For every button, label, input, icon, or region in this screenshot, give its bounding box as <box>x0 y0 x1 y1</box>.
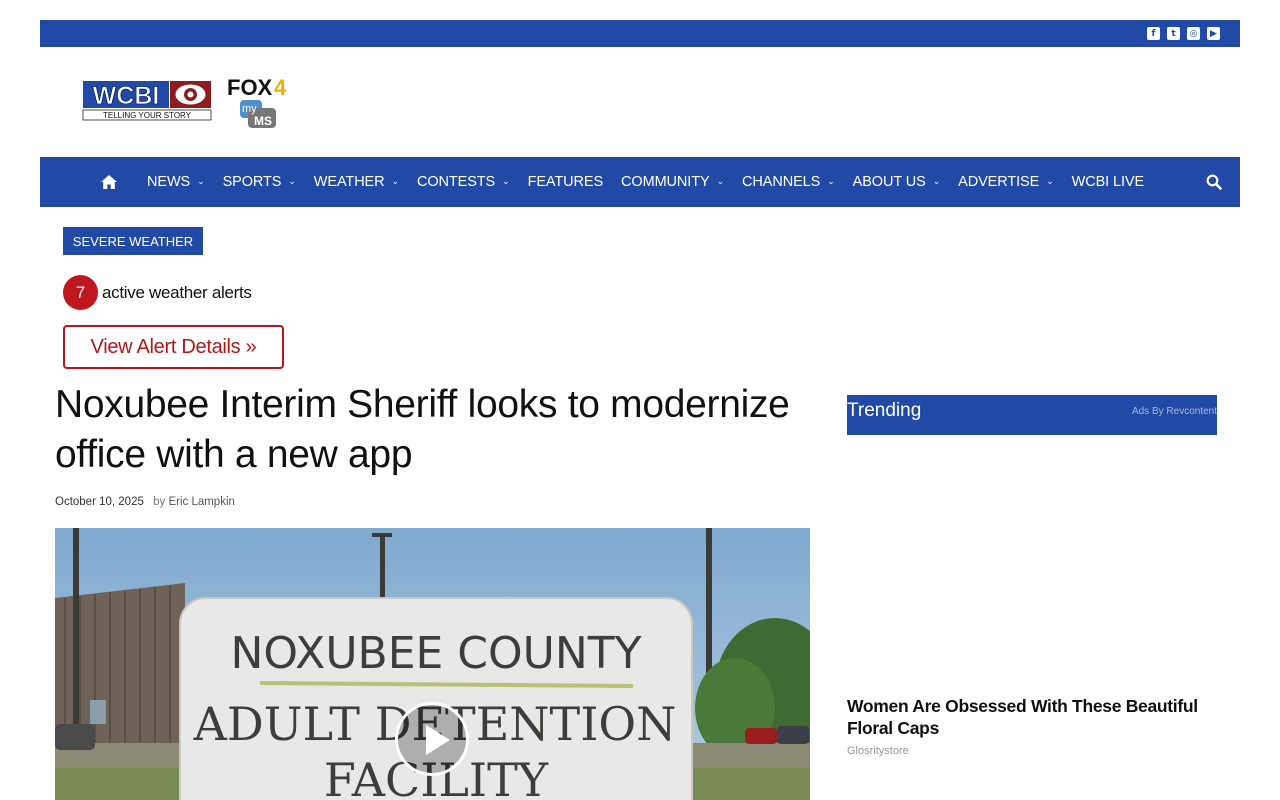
nav-item-label: WCBI LIVE <box>1071 174 1145 190</box>
search-icon[interactable] <box>1206 174 1222 190</box>
alert-text: active weather alerts <box>102 283 252 302</box>
sponsored-ad-source: Glosritystore <box>847 745 909 757</box>
sign-line-1: NOXUBEE COUNTY <box>230 628 641 679</box>
severe-weather-button[interactable]: SEVERE WEATHER <box>63 227 203 255</box>
trending-header: Trending Ads By Revcontent <box>847 395 1217 435</box>
chevron-down-icon: ⌄ <box>288 177 296 187</box>
article-meta: October 10, 2025 by Eric Lampkin <box>55 496 235 508</box>
fox-logo-number: 4 <box>274 75 287 100</box>
article-date: October 10, 2025 <box>55 496 144 508</box>
byline-prefix: by <box>153 496 166 508</box>
instagram-icon[interactable]: ◎ <box>1187 27 1200 40</box>
fox4-mms-logo[interactable]: FOX 4 my MS <box>226 74 294 130</box>
wcbi-logo[interactable]: WCBI TELLING YOUR STORY <box>82 80 212 121</box>
nav-menu: NEWS ⌄ SPORTS ⌄ WEATHER ⌄ CONTESTS ⌄ FEATURES COM… <box>147 157 1162 207</box>
chevron-down-icon: ⌄ <box>1046 177 1054 187</box>
view-alert-details-button[interactable]: View Alert Details » <box>63 325 284 369</box>
nav-item-about-us[interactable]: ABOUT US ⌄ <box>853 174 941 190</box>
nav-item-label: CONTESTS <box>416 174 496 190</box>
chevron-down-icon: ⌄ <box>827 177 835 187</box>
chevron-down-icon: ⌄ <box>502 177 510 187</box>
nav-item-contests[interactable]: CONTESTS ⌄ <box>417 174 510 190</box>
fox-logo-text: FOX <box>227 75 273 100</box>
wcbi-tagline: TELLING YOUR STORY <box>103 111 192 120</box>
article-author[interactable]: Eric Lampkin <box>168 496 234 508</box>
social-links: f t ◎ ▶ <box>1147 27 1220 40</box>
alert-count-badge: 7 <box>63 275 98 310</box>
sponsored-ad-title[interactable]: Women Are Obsessed With These Beautiful … <box>847 695 1217 739</box>
wcbi-logo-text: WCBI <box>93 82 160 110</box>
nav-item-label: FEATURES <box>527 174 604 190</box>
nav-item-label: ABOUT US <box>852 174 926 190</box>
nav-item-label: WEATHER <box>313 174 385 190</box>
ads-by-revcontent-link[interactable]: Ads By Revcontent <box>1132 406 1217 417</box>
home-icon[interactable] <box>100 173 118 191</box>
facebook-icon[interactable]: f <box>1147 27 1160 40</box>
nav-item-weather[interactable]: WEATHER ⌄ <box>314 174 399 190</box>
ms-logo-text: MS <box>254 114 272 128</box>
nav-item-advertise[interactable]: ADVERTISE ⌄ <box>958 174 1054 190</box>
nav-item-label: COMMUNITY <box>621 174 710 190</box>
nav-item-label: NEWS <box>147 174 191 190</box>
nav-item-news[interactable]: NEWS ⌄ <box>147 174 205 190</box>
youtube-icon[interactable]: ▶ <box>1207 27 1220 40</box>
nav-item-label: ADVERTISE <box>958 174 1040 190</box>
nav-item-wcbi-live[interactable]: WCBI LIVE <box>1071 174 1145 190</box>
chevron-down-icon: ⌄ <box>932 177 941 187</box>
nav-item-sports[interactable]: SPORTS ⌄ <box>223 174 296 190</box>
top-bar: f t ◎ ▶ <box>40 20 1240 47</box>
chevron-down-icon: ⌄ <box>391 177 400 187</box>
article-title: Noxubee Interim Sheriff looks to moderni… <box>55 383 790 476</box>
main-navigation: NEWS ⌄ SPORTS ⌄ WEATHER ⌄ CONTESTS ⌄ FEATURES COM… <box>40 157 1240 207</box>
nav-item-label: CHANNELS <box>742 174 821 190</box>
nav-item-channels[interactable]: CHANNELS ⌄ <box>742 174 835 190</box>
trending-title: Trending <box>847 400 922 421</box>
video-player[interactable]: NOXUBEE COUNTY ADULT DETENTION FACILITY <box>55 528 810 800</box>
nav-item-community[interactable]: COMMUNITY ⌄ <box>621 174 724 190</box>
chevron-down-icon: ⌄ <box>716 177 725 187</box>
chevron-down-icon: ⌄ <box>197 177 205 187</box>
nav-item-features[interactable]: FEATURES <box>527 174 604 190</box>
play-button[interactable] <box>395 702 469 776</box>
twitter-icon[interactable]: t <box>1167 27 1180 40</box>
nav-item-label: SPORTS <box>222 174 282 190</box>
